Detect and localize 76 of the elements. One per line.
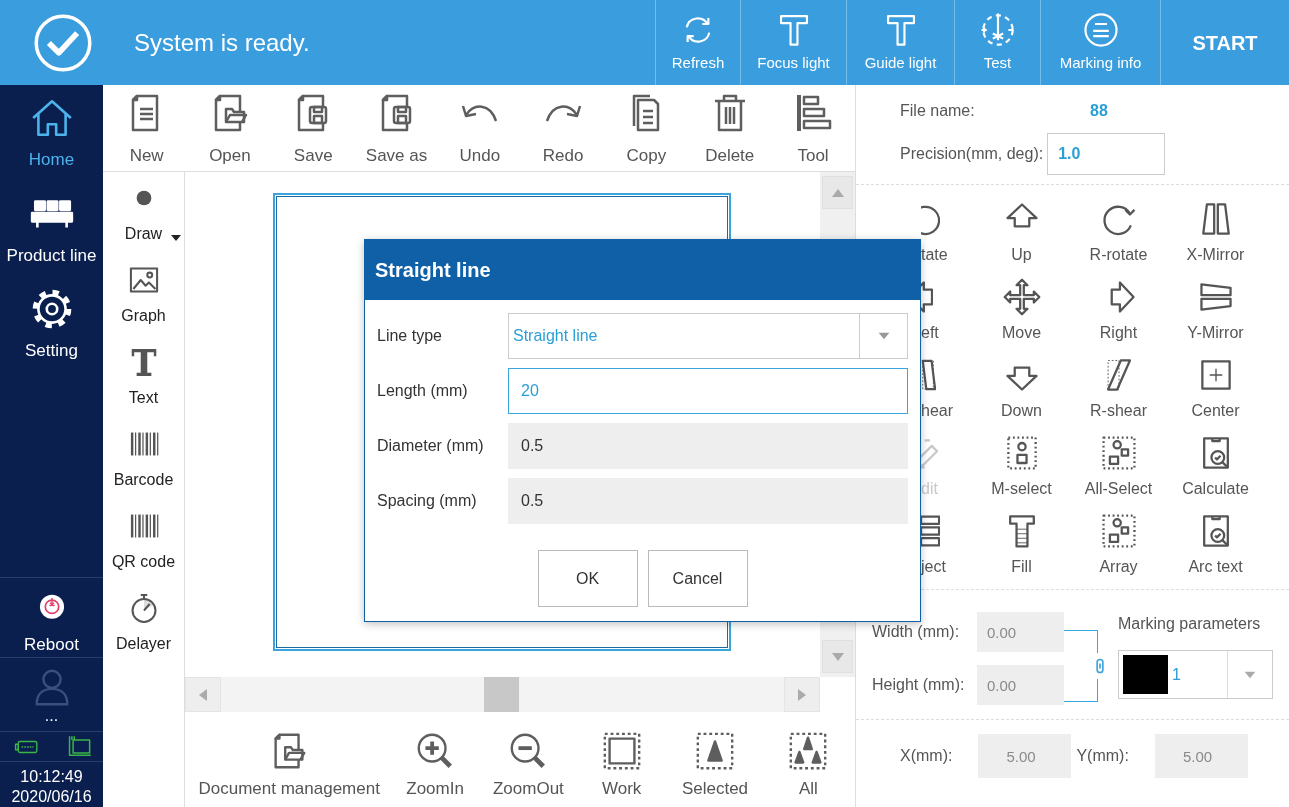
- scroll-up-icon[interactable]: [831, 188, 844, 197]
- command-button[interactable]: ject: [921, 511, 973, 589]
- color-swatch: [1123, 655, 1168, 694]
- ribbon-button[interactable]: Save as: [354, 85, 439, 171]
- field-label: Spacing (mm): [377, 491, 478, 511]
- file-name: 88: [1090, 101, 1108, 121]
- command-button[interactable]: tate: [921, 199, 973, 277]
- command-button[interactable]: Arc text: [1167, 511, 1264, 589]
- view-button[interactable]: Document management: [190, 717, 389, 802]
- caret-icon: [877, 332, 890, 340]
- input-field[interactable]: 0.5: [508, 478, 908, 524]
- user-button[interactable]: ...: [0, 658, 103, 732]
- command-button[interactable]: M-select: [973, 433, 1070, 511]
- view-button[interactable]: ZoomIn: [388, 717, 482, 802]
- command-button[interactable]: Fill: [973, 511, 1070, 589]
- ribbon-button[interactable]: Save: [271, 85, 355, 171]
- command-button[interactable]: R-rotate: [1070, 199, 1167, 277]
- command-button[interactable]: R-shear: [1070, 355, 1167, 433]
- list-circle-icon: [1081, 10, 1120, 49]
- field-label: Precision(mm, deg):: [900, 144, 1044, 164]
- insert-button[interactable]: Text: [103, 336, 184, 418]
- dialog-button[interactable]: Cancel: [647, 550, 748, 607]
- ribbon-button[interactable]: Redo: [521, 85, 605, 171]
- insert-button[interactable]: QR code: [103, 500, 184, 582]
- field-label: Line type: [377, 326, 443, 346]
- scroll-down-icon[interactable]: [831, 652, 844, 661]
- move-icon: [1001, 277, 1042, 317]
- ribbon-button[interactable]: Undo: [438, 85, 522, 171]
- command-button[interactable]: Move: [973, 277, 1070, 355]
- dialog-title: Straight line: [375, 258, 491, 283]
- input-field[interactable]: 0.5: [508, 423, 908, 469]
- command-button[interactable]: eft: [921, 277, 973, 355]
- ribbon-button[interactable]: Tool: [771, 85, 855, 171]
- ribbon-button[interactable]: Open: [188, 85, 272, 171]
- command-button[interactable]: Array: [1070, 511, 1167, 589]
- field-label: X(mm):: [900, 746, 953, 766]
- section-label: Marking parameters: [1118, 614, 1262, 634]
- check-circle-icon: [32, 11, 94, 74]
- nav-item[interactable]: Product line: [0, 180, 103, 276]
- command-button[interactable]: Calculate: [1167, 433, 1264, 511]
- insert-button[interactable]: Graph: [103, 254, 184, 336]
- command-button[interactable]: Y-Mirror: [1167, 277, 1264, 355]
- command-button[interactable]: Up: [973, 199, 1070, 277]
- reboot-button[interactable]: Reboot: [0, 577, 103, 658]
- scroll-right-icon[interactable]: [798, 688, 806, 701]
- view-button[interactable]: Selected: [668, 717, 762, 802]
- dialog-button[interactable]: OK: [537, 550, 638, 607]
- field-label: Height (mm):: [872, 675, 966, 695]
- field-label: Diameter (mm): [377, 436, 485, 456]
- ribbon-button[interactable]: New: [105, 85, 189, 171]
- scroll-left-icon[interactable]: [199, 688, 207, 701]
- nav-item[interactable]: Setting: [0, 276, 103, 372]
- status-text: System is ready.: [134, 27, 310, 58]
- command-button[interactable]: Down: [973, 355, 1070, 433]
- field-label: Width (mm):: [872, 622, 961, 642]
- clock-date: 2020/06/16: [10, 787, 93, 807]
- caret-icon: [1244, 670, 1256, 679]
- scroll-thumb[interactable]: [484, 677, 519, 712]
- field-label: Y(mm):: [1076, 746, 1129, 766]
- ribbon-button[interactable]: Copy: [604, 85, 689, 171]
- field-label: Length (mm): [377, 381, 469, 401]
- insert-button[interactable]: Delayer: [103, 582, 184, 664]
- command-button[interactable]: Right: [1070, 277, 1167, 355]
- view-button[interactable]: All: [761, 717, 855, 802]
- field-label: File name:: [900, 101, 976, 121]
- command-button[interactable]: hear: [921, 355, 973, 433]
- nav-item[interactable]: Home: [0, 85, 103, 181]
- view-button[interactable]: Work: [575, 717, 669, 802]
- command-button[interactable]: X-Mirror: [1167, 199, 1264, 277]
- view-button[interactable]: ZoomOut: [481, 717, 576, 802]
- command-button[interactable]: All-Select: [1070, 433, 1167, 511]
- clock-time: 10:12:49: [19, 767, 84, 787]
- ribbon-button[interactable]: Delete: [688, 85, 772, 171]
- horizontal-scrollbar[interactable]: [185, 677, 820, 712]
- insert-button[interactable]: Barcode: [103, 418, 184, 500]
- command-button[interactable]: Center: [1167, 355, 1264, 433]
